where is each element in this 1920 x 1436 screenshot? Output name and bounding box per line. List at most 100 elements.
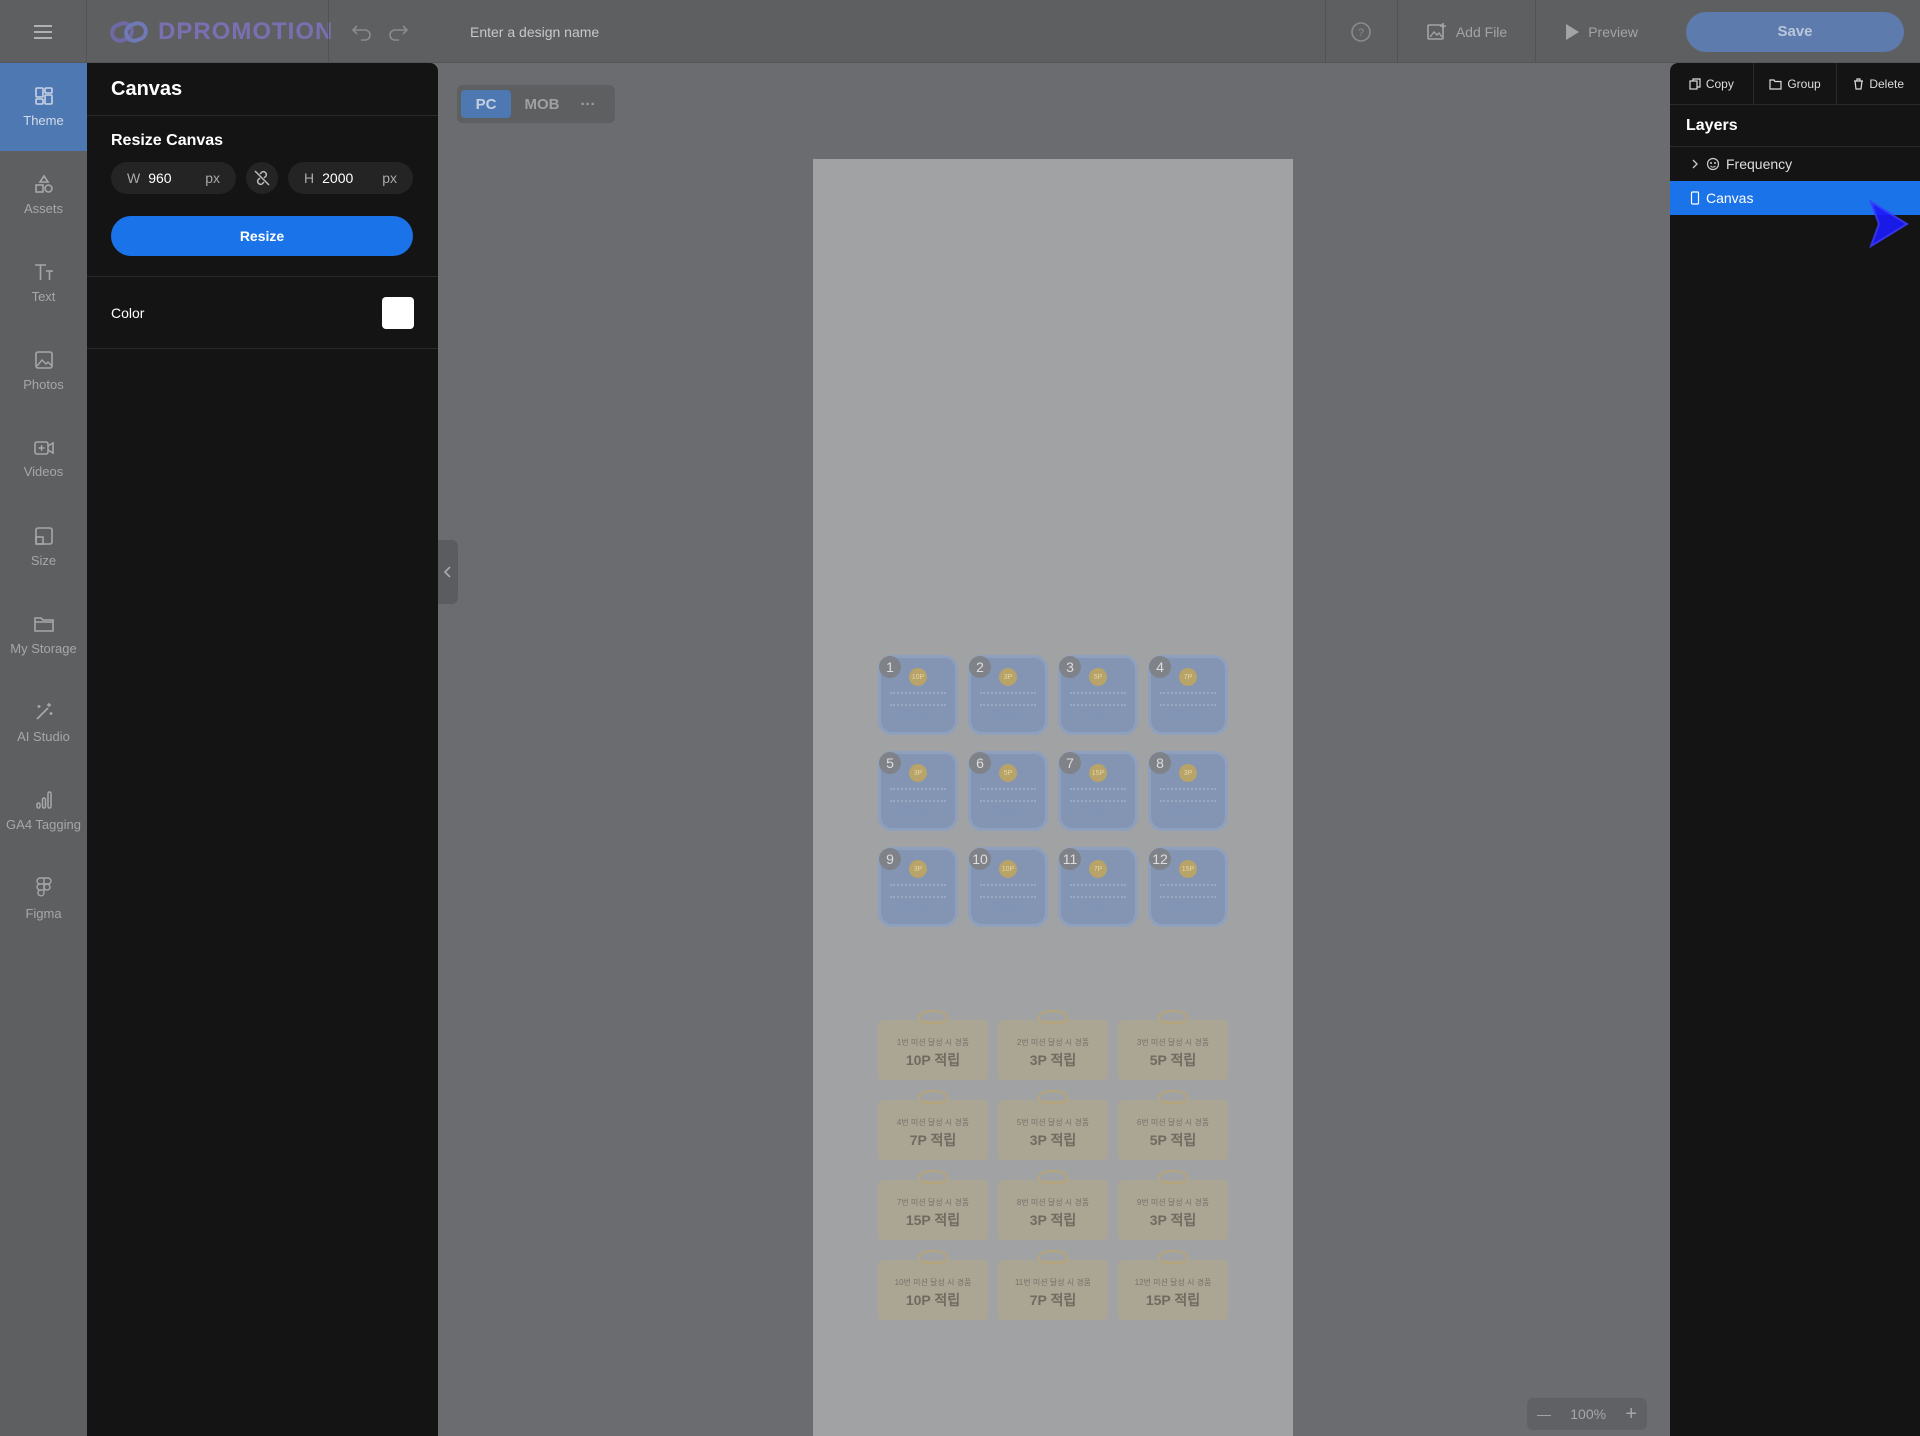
rail-item-my-storage[interactable]: My Storage — [0, 591, 87, 679]
layers-title: Layers — [1670, 105, 1920, 147]
rail-item-photos[interactable]: Photos — [0, 327, 87, 415]
reward-points: 10P 적립 — [905, 1291, 961, 1308]
reward-card[interactable]: 8번 미션 달성 시 경품 3P 적립 — [998, 1170, 1108, 1240]
mission-card[interactable]: 6 5P Click ! — [968, 751, 1048, 831]
help-button[interactable]: ? — [1324, 0, 1397, 63]
rail-label-size: Size — [30, 552, 57, 568]
menu-button[interactable] — [0, 0, 87, 63]
mob-tab[interactable]: MOB — [517, 90, 567, 118]
reward-card[interactable]: 5번 미션 달성 시 경품 3P 적립 — [998, 1090, 1108, 1160]
mission-number: 2 — [969, 656, 991, 678]
mission-card[interactable]: 8 3P Click ! — [1148, 751, 1228, 831]
rail-item-size[interactable]: Size — [0, 503, 87, 591]
width-field[interactable]: W 960 px — [111, 162, 236, 194]
rail-item-figma[interactable]: Figma — [0, 855, 87, 943]
rail-item-assets[interactable]: Assets — [0, 151, 87, 239]
ribbon-icon — [1158, 1170, 1188, 1184]
aspect-lock-button[interactable] — [246, 162, 278, 194]
ribbon-icon — [918, 1170, 948, 1184]
pc-tab[interactable]: PC — [461, 90, 511, 118]
resize-button[interactable]: Resize — [111, 216, 413, 256]
reward-card[interactable]: 4번 미션 달성 시 경품 7P 적립 — [878, 1090, 988, 1160]
rail-item-ga4-tagging[interactable]: GA4 Tagging — [0, 767, 87, 855]
ribbon-icon — [918, 1090, 948, 1104]
mission-card[interactable]: 1 10P Click ! — [878, 655, 958, 735]
rail-item-text[interactable]: Text — [0, 239, 87, 327]
copy-button[interactable]: Copy — [1670, 63, 1754, 104]
mission-card[interactable]: 4 7P Click ! — [1148, 655, 1228, 735]
undo-icon[interactable] — [351, 23, 373, 41]
image-icon — [34, 350, 53, 369]
mission-description — [890, 788, 946, 802]
undo-redo-group — [328, 0, 409, 63]
folder-icon — [33, 616, 54, 632]
mission-card[interactable]: 7 15P Click ! — [1058, 751, 1138, 831]
chevron-right-icon[interactable] — [1690, 159, 1700, 169]
width-value[interactable]: 960 — [148, 170, 205, 186]
ribbon-icon — [918, 1250, 948, 1264]
mission-description — [980, 692, 1036, 706]
design-canvas[interactable]: 1 10P Click ! 2 3P Click ! 3 5P Click ! 4 7P Click … — [813, 159, 1293, 1436]
preview-button[interactable]: Preview — [1535, 0, 1666, 63]
unlink-icon — [254, 170, 270, 186]
reward-caption: 9번 미션 달성 시 경품 — [1136, 1197, 1210, 1207]
shapes-icon — [34, 174, 53, 193]
reward-grid: 1번 미션 달성 시 경품 10P 적립 2번 미션 달성 시 경품 3P 적립 3번 … — [878, 1010, 1230, 1320]
collapse-panel-button[interactable] — [438, 540, 458, 604]
reward-card[interactable]: 7번 미션 달성 시 경품 15P 적립 — [878, 1170, 988, 1240]
height-value[interactable]: 2000 — [322, 170, 382, 186]
mission-card[interactable]: 5 3P Click ! — [878, 751, 958, 831]
layer-label-canvas: Canvas — [1706, 190, 1754, 206]
mission-number: 11 — [1059, 848, 1081, 870]
more-options-button[interactable]: ··· — [573, 90, 603, 118]
mission-card[interactable]: 9 3P Click ! — [878, 847, 958, 927]
coin-icon: 10P — [999, 860, 1017, 878]
mission-number: 12 — [1149, 848, 1171, 870]
zoom-out-button[interactable]: — — [1537, 1406, 1551, 1422]
add-file-button[interactable]: Add File — [1396, 0, 1535, 63]
reward-card[interactable]: 12번 미션 달성 시 경품 15P 적립 — [1118, 1250, 1228, 1320]
zoom-in-button[interactable]: + — [1625, 1403, 1637, 1426]
height-field[interactable]: H 2000 px — [288, 162, 413, 194]
save-button[interactable]: Save — [1686, 11, 1904, 52]
group-button[interactable]: Group — [1754, 63, 1838, 104]
reward-card[interactable]: 9번 미션 달성 시 경품 3P 적립 — [1118, 1170, 1228, 1240]
reward-card[interactable]: 10번 미션 달성 시 경품 10P 적립 — [878, 1250, 988, 1320]
preview-label: Preview — [1588, 23, 1638, 40]
mission-card[interactable]: 11 7P Click ! — [1058, 847, 1138, 927]
coin-icon: 15P — [1089, 764, 1107, 782]
coin-icon: 7P — [1179, 668, 1197, 686]
rail-label-ga4-tagging: GA4 Tagging — [6, 816, 81, 832]
copy-icon — [1689, 77, 1701, 90]
mission-click-label: Click ! — [901, 901, 935, 913]
mission-card[interactable]: 3 5P Click ! — [1058, 655, 1138, 735]
rail-item-ai-studio[interactable]: AI Studio — [0, 679, 87, 767]
analytics-icon — [35, 790, 52, 809]
reward-card[interactable]: 6번 미션 달성 시 경품 5P 적립 — [1118, 1090, 1228, 1160]
reward-caption: 5번 미션 달성 시 경품 — [1016, 1117, 1090, 1127]
mission-number: 1 — [879, 656, 901, 678]
mission-description — [890, 884, 946, 898]
reward-card[interactable]: 1번 미션 달성 시 경품 10P 적립 — [878, 1010, 988, 1080]
mission-card[interactable]: 2 3P Click ! — [968, 655, 1048, 735]
reward-card[interactable]: 11번 미션 달성 시 경품 7P 적립 — [998, 1250, 1108, 1320]
play-icon — [1566, 23, 1580, 40]
mission-description — [980, 788, 1036, 802]
logo-icon — [110, 21, 148, 43]
mouse-cursor-icon — [1869, 200, 1909, 249]
copy-label: Copy — [1705, 76, 1734, 91]
mission-number: 7 — [1059, 752, 1081, 774]
rail-item-theme[interactable]: Theme — [0, 63, 87, 151]
mission-description — [1160, 788, 1216, 802]
canvas-icon — [1690, 191, 1700, 205]
rail-item-videos[interactable]: Videos — [0, 415, 87, 503]
reward-card[interactable]: 3번 미션 달성 시 경품 5P 적립 — [1118, 1010, 1228, 1080]
delete-button[interactable]: Delete — [1837, 63, 1920, 104]
layer-frequency[interactable]: Frequency — [1670, 147, 1920, 181]
mission-card[interactable]: 10 10P Click ! — [968, 847, 1048, 927]
color-swatch[interactable] — [382, 296, 414, 329]
design-name-input[interactable] — [470, 19, 870, 45]
reward-card[interactable]: 2번 미션 달성 시 경품 3P 적립 — [998, 1010, 1108, 1080]
redo-icon[interactable] — [387, 23, 409, 41]
mission-card[interactable]: 12 15P Click ! — [1148, 847, 1228, 927]
